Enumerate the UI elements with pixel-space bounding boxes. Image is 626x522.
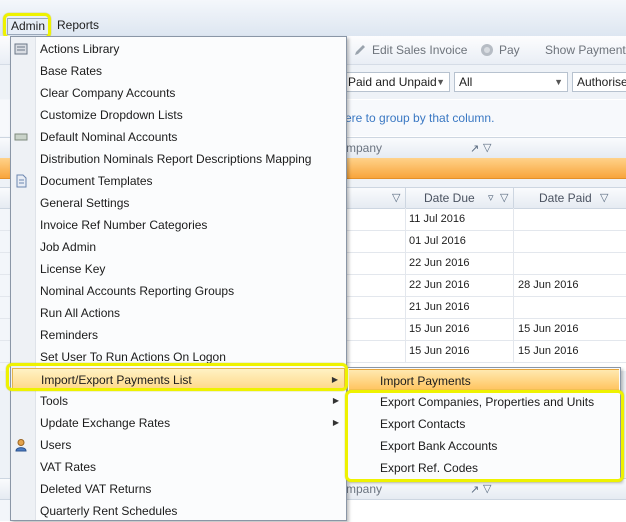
sort-up-icon: ↗ <box>470 143 480 155</box>
date-paid-cell: 15 Jun 2016 <box>518 323 579 335</box>
menu-item-label: Tools <box>40 394 69 408</box>
submenu-item-label: Import Payments <box>380 374 471 388</box>
status-filter-select[interactable]: Paid and Unpaid ▼ <box>343 72 450 92</box>
admin-dropdown-menu: Actions Library Base Rates Clear Company… <box>10 36 347 521</box>
column-date-due[interactable]: Date Due <box>424 191 475 205</box>
authorised-filter-value: Authorise <box>577 75 626 89</box>
menu-item-label: Users <box>40 438 72 452</box>
menu-item-clear-company-accounts[interactable]: Clear Company Accounts <box>12 82 345 104</box>
document-icon <box>16 174 27 188</box>
filter-icon[interactable]: ▽ <box>483 141 491 154</box>
menu-item-label: Document Templates <box>40 174 153 188</box>
export-options-highlight <box>345 390 624 482</box>
menu-item-deleted-vat-returns[interactable]: Deleted VAT Returns <box>12 478 345 500</box>
menu-item-actions-library[interactable]: Actions Library <box>12 38 345 60</box>
date-due-cell: 15 Jun 2016 <box>409 345 470 357</box>
import-export-highlight <box>6 363 348 391</box>
date-due-cell: 22 Jun 2016 <box>409 257 470 269</box>
menu-item-document-templates[interactable]: Document Templates <box>12 170 345 192</box>
menu-item-vat-rates[interactable]: VAT Rates <box>12 456 345 478</box>
submenu-item-import-payments[interactable]: Import Payments <box>349 369 619 391</box>
user-icon <box>15 439 27 452</box>
submenu-arrow-icon: ▶ <box>332 418 339 427</box>
menu-item-users[interactable]: Users <box>12 434 345 456</box>
menu-item-label: Reminders <box>40 328 99 342</box>
menu-item-default-nominal-accounts[interactable]: Default Nominal Accounts <box>12 126 345 148</box>
menu-item-label: Quarterly Rent Schedules <box>40 504 178 518</box>
sort-icon: ▿ <box>488 192 494 204</box>
edit-sales-invoice-label: Edit Sales Invoice <box>372 43 468 57</box>
scope-filter-select[interactable]: All ▼ <box>454 72 568 92</box>
accounts-icon <box>14 133 28 141</box>
date-paid-cell: 28 Jun 2016 <box>518 279 579 291</box>
date-due-cell: 21 Jun 2016 <box>409 301 470 313</box>
filter-icon[interactable]: ▽ <box>600 191 608 204</box>
menu-item-label: Invoice Ref Number Categories <box>40 218 208 232</box>
group-column-label: mpany <box>346 141 383 155</box>
menu-item-base-rates[interactable]: Base Rates <box>12 60 345 82</box>
menu-item-label: Distribution Nominals Report Description… <box>40 152 312 166</box>
menu-item-label: Default Nominal Accounts <box>40 130 178 144</box>
menu-item-label: Customize Dropdown Lists <box>40 108 183 122</box>
group-by-hint-text: ere to group by that column. <box>345 111 495 125</box>
date-due-cell: 01 Jul 2016 <box>409 235 466 247</box>
menu-reports[interactable]: Reports <box>57 18 99 33</box>
menu-item-run-all-actions[interactable]: Run All Actions <box>12 302 345 324</box>
submenu-arrow-icon: ▶ <box>332 396 339 405</box>
menu-item-nominal-accounts-reporting-groups[interactable]: Nominal Accounts Reporting Groups <box>12 280 345 302</box>
library-icon <box>14 43 28 55</box>
menu-item-label: Deleted VAT Returns <box>40 482 152 496</box>
edit-sales-invoice-button[interactable]: Edit Sales Invoice <box>353 43 467 57</box>
date-paid-cell: 15 Jun 2016 <box>518 345 579 357</box>
menu-item-quarterly-rent-schedules[interactable]: Quarterly Rent Schedules <box>12 500 345 522</box>
menu-item-label: Base Rates <box>40 64 103 78</box>
menu-item-label: Update Exchange Rates <box>40 416 171 430</box>
menu-item-distribution-nominals-mapping[interactable]: Distribution Nominals Report Description… <box>12 148 345 170</box>
menu-item-invoice-ref-number-categories[interactable]: Invoice Ref Number Categories <box>12 214 345 236</box>
menu-item-label: Run All Actions <box>40 306 121 320</box>
date-due-cell: 15 Jun 2016 <box>409 323 470 335</box>
menu-item-reminders[interactable]: Reminders <box>12 324 345 346</box>
menu-item-job-admin[interactable]: Job Admin <box>12 236 345 258</box>
pay-button[interactable]: Pay <box>480 43 520 57</box>
menu-item-license-key[interactable]: License Key <box>12 258 345 280</box>
date-due-cell: 22 Jun 2016 <box>409 279 470 291</box>
menu-item-update-exchange-rates[interactable]: Update Exchange Rates ▶ <box>12 412 345 434</box>
menu-item-label: Clear Company Accounts <box>40 86 176 100</box>
menu-item-general-settings[interactable]: General Settings <box>12 192 345 214</box>
authorised-filter-select[interactable]: Authorise <box>572 72 626 92</box>
menu-item-label: Actions Library <box>40 42 120 56</box>
filter-icon[interactable]: ▽ <box>500 191 508 204</box>
menu-bar: Admin Reports <box>0 0 626 37</box>
menu-item-label: Nominal Accounts Reporting Groups <box>40 284 235 298</box>
sort-up-icon: ↗ <box>470 484 480 496</box>
column-date-paid[interactable]: Date Paid <box>539 191 592 205</box>
status-filter-value: Paid and Unpaid <box>348 75 437 89</box>
scope-filter-value: All <box>459 75 473 89</box>
menu-item-label: General Settings <box>40 196 130 210</box>
coins-icon <box>481 44 493 56</box>
menu-item-label: VAT Rates <box>40 460 97 474</box>
menu-item-tools[interactable]: Tools ▶ <box>12 390 345 412</box>
date-due-cell: 11 Jul 2016 <box>409 213 466 225</box>
filter-icon[interactable]: ▽ <box>483 482 491 495</box>
pay-label: Pay <box>499 43 520 57</box>
show-payment-label: Show Payment <box>545 43 626 57</box>
chevron-down-icon: ▼ <box>554 77 563 87</box>
lower-group-column-label: mpany <box>346 482 383 496</box>
filter-icon[interactable]: ▽ <box>392 191 400 204</box>
edit-icon <box>355 45 365 55</box>
chevron-down-icon: ▼ <box>436 77 445 87</box>
menu-item-customize-dropdown-lists[interactable]: Customize Dropdown Lists <box>12 104 345 126</box>
menu-item-label: Job Admin <box>40 240 97 254</box>
menu-item-label: License Key <box>40 262 106 276</box>
show-payment-button[interactable]: Show Payment <box>545 43 626 57</box>
